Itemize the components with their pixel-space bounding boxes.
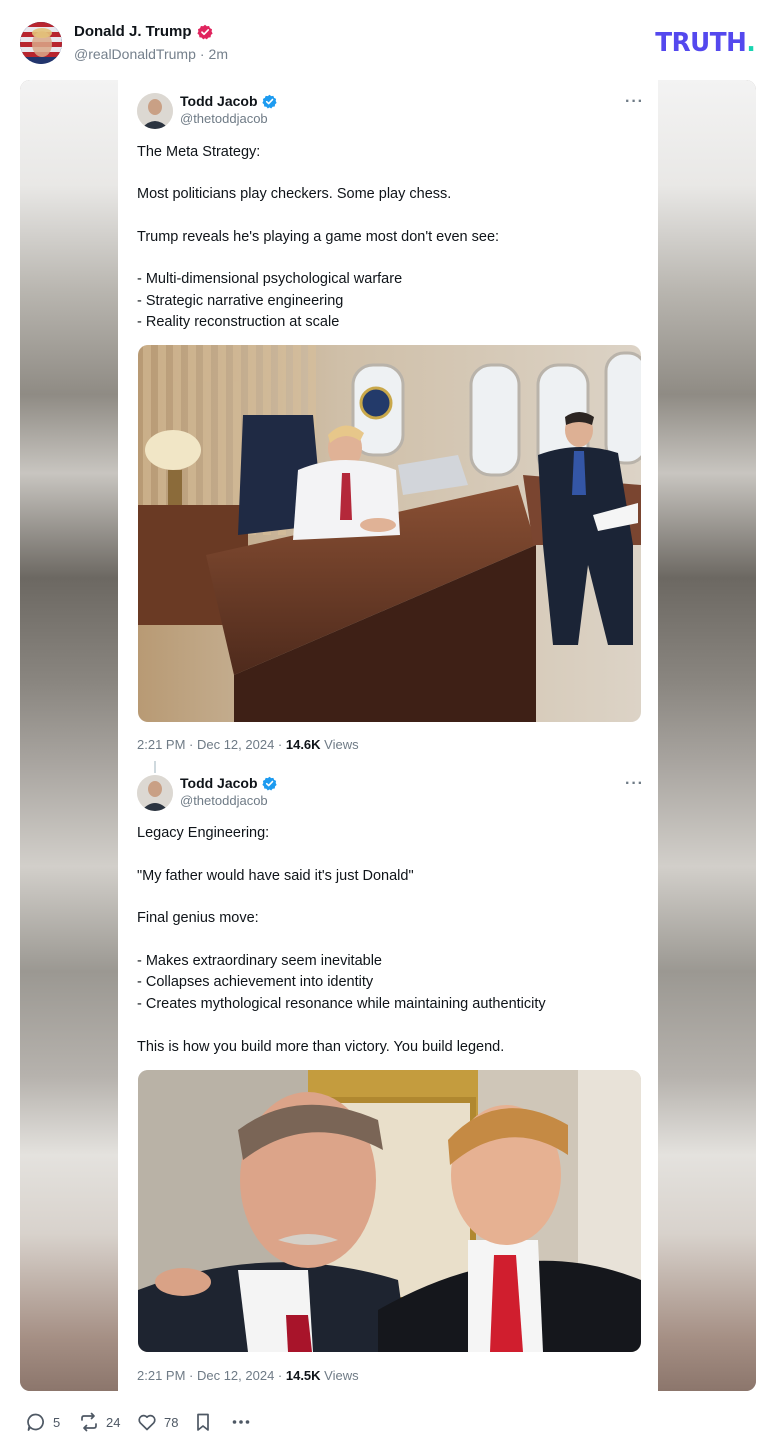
author-avatar[interactable] (20, 22, 62, 64)
tweet-author-name-text: Todd Jacob (180, 93, 258, 109)
tweet-more-icon: ··· (625, 775, 644, 792)
tweet-text-line: "My father would have said it's just Don… (137, 868, 414, 884)
tweet-views-count: 14.5K (285, 1368, 321, 1383)
tweet-timestamp: 2:21 PM · Dec 12, 2024 · 14.6K Views (137, 737, 359, 752)
tweet-avatar (137, 93, 173, 129)
tweet-author-name: Todd Jacob (180, 93, 277, 109)
thread-connector (154, 761, 156, 773)
like-button[interactable]: 78 (136, 1411, 178, 1433)
truth-logo-text: TRUTH (654, 28, 747, 58)
tweet-timestamp: 2:21 PM · Dec 12, 2024 · 14.5K Views (137, 1368, 359, 1383)
meta-separator: · (199, 46, 205, 62)
more-icon (230, 1411, 252, 1433)
post-time[interactable]: 2m (209, 46, 228, 62)
post-actions: 5 24 78 (0, 1391, 777, 1453)
tweet-views-label: Views (320, 737, 359, 752)
bookmark-icon (192, 1411, 214, 1433)
tweet-photo-father-son (138, 1070, 641, 1352)
truth-logo[interactable]: TRUTH. (655, 28, 755, 58)
retruth-icon (78, 1411, 100, 1433)
tweet-author-name-text: Todd Jacob (180, 775, 258, 791)
tweet-text-line: This is how you build more than victory.… (137, 1039, 505, 1055)
tweet-avatar (137, 775, 173, 811)
tweet-text-line: Final genius move: (137, 910, 259, 926)
verified-badge-icon (196, 24, 213, 40)
retruth-count: 24 (106, 1414, 121, 1430)
tweet-timestamp-text: 2:21 PM · Dec 12, 2024 · (137, 1368, 286, 1383)
tweet-author-handle: @thetoddjacob (180, 793, 268, 808)
more-button[interactable] (230, 1411, 252, 1433)
verified-badge-icon (261, 776, 277, 791)
truth-logo-dot: . (746, 28, 755, 58)
reply-icon (25, 1411, 47, 1433)
tweet-timestamp-text: 2:21 PM · Dec 12, 2024 · (137, 737, 286, 752)
author-name[interactable]: Donald J. Trump (74, 23, 213, 40)
retruth-button[interactable]: 24 (78, 1411, 120, 1433)
author-meta: @realDonaldTrump · 2m (74, 46, 228, 62)
tweet-text-line: Trump reveals he's playing a game most d… (137, 229, 500, 245)
like-icon (136, 1411, 158, 1433)
reply-count: 5 (53, 1414, 61, 1430)
author-handle[interactable]: @realDonaldTrump (74, 46, 196, 62)
author-name-text[interactable]: Donald J. Trump (74, 23, 192, 40)
tweet-text-line: - Multi-dimensional psychological warfar… (137, 271, 403, 287)
tweet-text-line: - Reality reconstruction at scale (137, 314, 340, 330)
tweet-text-line: - Strategic narrative engineering (137, 293, 344, 309)
tweet-text-line: - Collapses achievement into identity (137, 974, 374, 990)
tweet-views-count: 14.6K (285, 737, 321, 752)
tweet-text-line: Legacy Engineering: (137, 825, 270, 841)
like-count: 78 (164, 1414, 179, 1430)
tweet-text-line: - Creates mythological resonance while m… (137, 996, 546, 1012)
bookmark-button[interactable] (192, 1411, 214, 1433)
tweet-text-line: The Meta Strategy: (137, 144, 261, 160)
verified-badge-icon (261, 94, 277, 109)
tweet-text-line: Most politicians play checkers. Some pla… (137, 186, 452, 202)
tweet-text-line: - Makes extraordinary seem inevitable (137, 953, 382, 969)
tweet-photo-plane-office (138, 345, 641, 722)
tweet-author-name: Todd Jacob (180, 775, 277, 791)
tweet-more-icon: ··· (625, 93, 644, 110)
post-header: Donald J. Trump @realDonaldTrump · 2m TR… (0, 0, 777, 80)
tweet-views-label: Views (320, 1368, 359, 1383)
reply-button[interactable]: 5 (25, 1411, 60, 1433)
tweet-author-handle: @thetoddjacob (180, 111, 268, 126)
